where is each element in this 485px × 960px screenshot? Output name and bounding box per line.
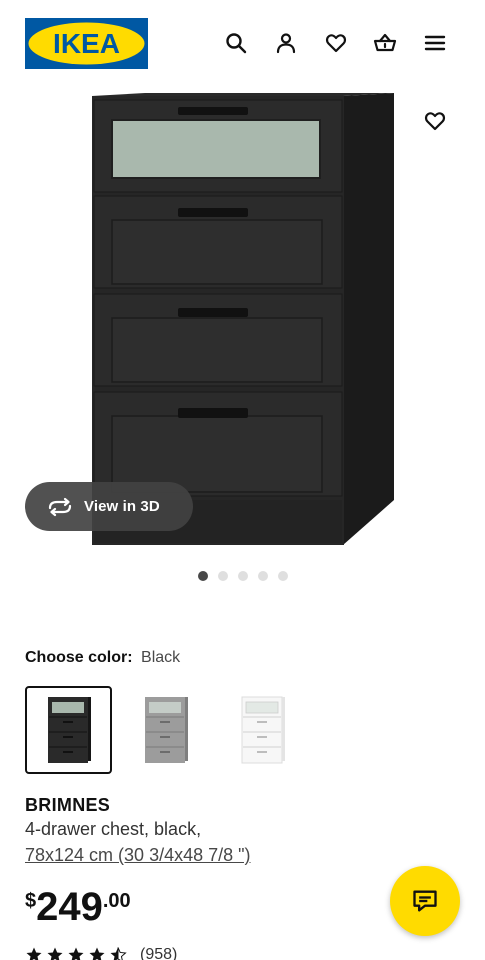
price-decimal: .00 bbox=[102, 890, 131, 912]
ikea-logo[interactable]: IKEA bbox=[25, 18, 148, 69]
product-description: 4-drawer chest, black, bbox=[25, 819, 202, 839]
add-to-wishlist-icon[interactable] bbox=[421, 107, 449, 135]
app-header: IKEA bbox=[0, 0, 485, 86]
choose-color-label: Choose color: bbox=[25, 649, 133, 666]
view-in-3d-button[interactable]: View in 3D bbox=[25, 482, 193, 531]
menu-icon[interactable] bbox=[422, 30, 448, 56]
product-size-link[interactable]: 78x124 cm (30 3/4x48 7/8 ") bbox=[25, 845, 251, 866]
star-icon bbox=[26, 947, 42, 960]
color-chooser-label: Choose color: Black bbox=[25, 649, 180, 667]
wishlist-icon[interactable] bbox=[323, 30, 349, 56]
color-swatches bbox=[25, 686, 306, 774]
star-icon bbox=[89, 947, 105, 960]
selected-color-value: Black bbox=[141, 649, 181, 666]
carousel-dot[interactable] bbox=[258, 571, 268, 581]
view-in-3d-label: View in 3D bbox=[84, 498, 160, 515]
price-currency: $ bbox=[25, 890, 37, 912]
chat-button[interactable] bbox=[390, 866, 460, 936]
product-price: $ 249 .00 bbox=[25, 884, 131, 930]
cart-icon[interactable] bbox=[372, 30, 398, 56]
carousel-dot[interactable] bbox=[278, 571, 288, 581]
image-carousel-dots bbox=[198, 571, 288, 581]
color-swatch-white[interactable] bbox=[219, 686, 306, 774]
product-rating[interactable]: (958) bbox=[25, 946, 177, 960]
carousel-dot[interactable] bbox=[198, 571, 208, 581]
carousel-dot[interactable] bbox=[218, 571, 228, 581]
product-name: BRIMNES bbox=[25, 795, 111, 815]
star-icon bbox=[47, 947, 63, 960]
carousel-dot[interactable] bbox=[238, 571, 248, 581]
logo-text: IKEA bbox=[53, 28, 120, 59]
account-icon[interactable] bbox=[273, 30, 299, 56]
color-swatch-black[interactable] bbox=[25, 686, 112, 774]
search-icon[interactable] bbox=[223, 30, 249, 56]
chat-icon bbox=[413, 890, 437, 912]
color-swatch-gray[interactable] bbox=[122, 686, 209, 774]
rating-count: (958) bbox=[140, 946, 178, 960]
star-icon bbox=[68, 947, 84, 960]
rotate-3d-icon bbox=[48, 497, 72, 516]
half-star-icon bbox=[110, 947, 127, 960]
price-integer: 249 bbox=[36, 885, 103, 929]
